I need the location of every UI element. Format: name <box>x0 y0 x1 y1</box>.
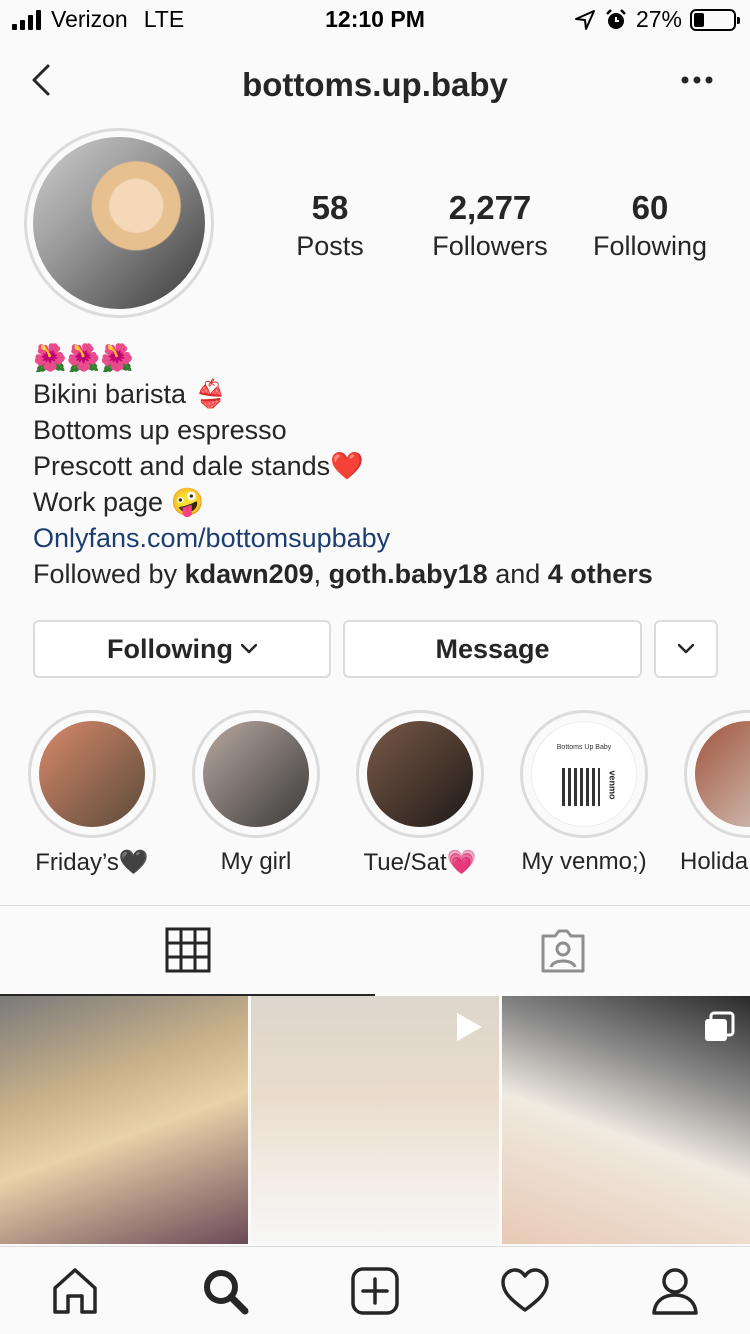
battery-icon <box>690 8 740 31</box>
following-button-label: Following <box>107 633 233 664</box>
highlight-ring: Bottoms Up Baby venmo <box>520 710 648 838</box>
battery-percent: 27% <box>635 6 682 32</box>
location-icon <box>574 9 595 30</box>
highlight-label: Holida <box>680 848 749 875</box>
followed-by[interactable]: Followed by kdawn209, goth.baby18 and 4 … <box>33 556 733 592</box>
post-thumbnail[interactable] <box>502 996 750 1244</box>
highlight-cover: Bottoms Up Baby venmo <box>531 721 637 827</box>
highlight-item[interactable]: Bottoms Up Baby venmo My venmo;) <box>514 710 654 876</box>
highlight-ring <box>356 710 484 838</box>
status-bar: Verizon LTE 12:10 PM 27% <box>0 0 750 40</box>
highlight-item[interactable]: My girl <box>186 710 326 876</box>
chevron-down-icon <box>240 644 257 654</box>
nav-new-post[interactable] <box>349 1265 401 1317</box>
qr-code-icon <box>562 768 600 806</box>
username-title: bottoms.up.baby <box>242 66 508 103</box>
stat-following[interactable]: 60 Following <box>570 188 730 264</box>
highlight-cover <box>695 721 750 827</box>
message-button-label: Message <box>435 633 550 664</box>
highlight-ring <box>28 710 156 838</box>
tab-grid[interactable] <box>0 906 375 996</box>
highlight-cover <box>367 721 473 827</box>
grid-icon <box>165 927 210 973</box>
followed-by-others: 4 others <box>547 559 653 589</box>
highlight-cover <box>203 721 309 827</box>
profile-header: bottoms.up.baby <box>0 50 750 120</box>
profile-icon <box>652 1268 698 1315</box>
profile-bio: 🌺🌺🌺 Bikini barista 👙 Bottoms up espresso… <box>33 340 733 592</box>
posts-count: 58 <box>311 189 349 226</box>
home-icon <box>53 1268 97 1314</box>
status-right: 27% <box>574 6 740 33</box>
profile-stats: 58 Posts 2,277 Followers 60 Following <box>250 188 730 264</box>
search-icon <box>204 1270 249 1315</box>
play-icon <box>457 1013 482 1041</box>
highlight-label: My venmo;) <box>521 848 647 875</box>
avatar[interactable] <box>33 137 205 309</box>
venmo-card-title: Bottoms Up Baby <box>556 744 612 751</box>
followed-by-prefix: Followed by <box>33 559 185 589</box>
highlight-ring <box>684 710 750 838</box>
heart-icon <box>501 1268 549 1312</box>
highlight-label: Tue/Sat💗 <box>363 849 477 876</box>
followed-by-comma: , <box>313 559 329 589</box>
bio-line-4: Work page 🤪 <box>33 487 205 517</box>
posts-label: Posts <box>296 231 364 261</box>
followers-count: 2,277 <box>448 189 532 226</box>
highlight-ring <box>192 710 320 838</box>
following-label: Following <box>592 231 708 261</box>
bio-line-3: Prescott and dale stands❤️ <box>33 451 364 481</box>
highlight-item[interactable]: Friday’s🖤 <box>22 710 162 877</box>
alarm-icon <box>606 8 626 29</box>
nav-search[interactable] <box>199 1265 251 1317</box>
following-button[interactable]: Following <box>33 620 331 678</box>
post-thumbnail[interactable] <box>0 996 248 1244</box>
stat-posts[interactable]: 58 Posts <box>250 188 410 264</box>
highlight-label: My girl <box>220 848 292 875</box>
following-count: 60 <box>631 189 669 226</box>
follower-name-2: goth.baby18 <box>328 559 488 589</box>
highlight-item[interactable]: Holida <box>678 710 750 876</box>
more-options-icon[interactable] <box>680 74 714 86</box>
highlight-cover <box>39 721 145 827</box>
highlight-label: Friday’s🖤 <box>35 849 149 876</box>
nav-activity[interactable] <box>499 1265 551 1317</box>
message-button[interactable]: Message <box>343 620 642 678</box>
suggested-accounts-button[interactable] <box>654 620 718 678</box>
carousel-icon <box>705 1011 735 1041</box>
bottom-navigation <box>0 1246 750 1334</box>
bio-line-1: Bikini barista 👙 <box>33 379 228 409</box>
post-thumbnail[interactable] <box>251 996 499 1244</box>
tagged-person-icon <box>541 929 584 973</box>
profile-tabs <box>0 905 750 996</box>
bio-link[interactable]: Onlyfans.com/bottomsupbaby <box>33 520 733 556</box>
bio-line-2: Bottoms up espresso <box>33 415 287 445</box>
add-post-icon <box>351 1267 399 1315</box>
chevron-down-icon <box>678 644 694 654</box>
nav-profile[interactable] <box>649 1265 701 1317</box>
follower-name-1: kdawn209 <box>184 559 314 589</box>
followers-label: Followers <box>432 231 548 261</box>
bio-emoji-line: 🌺🌺🌺 <box>33 343 134 373</box>
nav-home[interactable] <box>49 1265 101 1317</box>
venmo-badge: venmo <box>607 770 618 800</box>
stat-followers[interactable]: 2,277 Followers <box>410 188 570 264</box>
tab-tagged[interactable] <box>375 906 750 996</box>
story-highlights: Friday’s🖤 My girl Tue/Sat💗 Bottoms Up Ba… <box>0 710 750 890</box>
followed-by-and: and <box>487 559 548 589</box>
highlight-item[interactable]: Tue/Sat💗 <box>350 710 490 877</box>
